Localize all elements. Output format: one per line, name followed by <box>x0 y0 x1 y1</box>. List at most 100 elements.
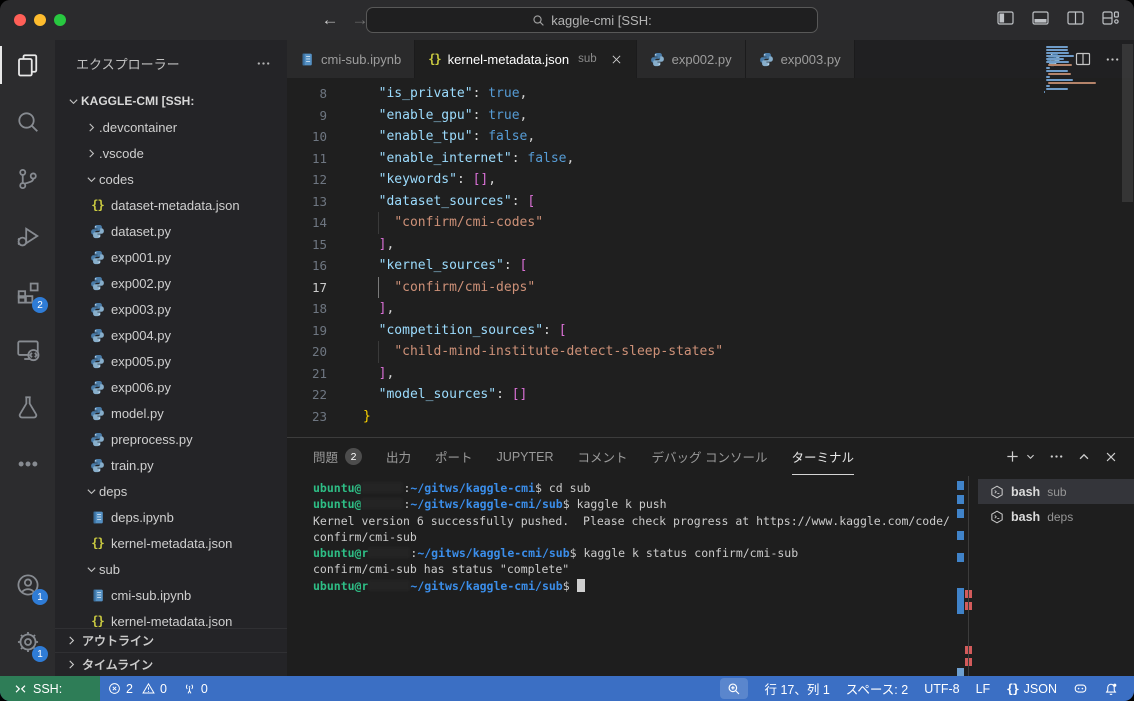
tab-exp002.py[interactable]: exp002.py <box>637 40 746 78</box>
tree-item-cmi-sub.ipynb[interactable]: cmi-sub.ipynb <box>55 582 287 608</box>
panel-zoom-indicator[interactable] <box>720 678 748 699</box>
maximize-panel-icon[interactable] <box>1077 450 1091 464</box>
panel-tab-コメント[interactable]: コメント <box>578 439 628 475</box>
terminal-instance-deps[interactable]: bashdeps <box>978 504 1134 529</box>
toggle-sidebar-icon[interactable] <box>996 10 1015 26</box>
split-editor-icon[interactable] <box>1066 10 1085 26</box>
terminal-instance-sub[interactable]: bashsub <box>978 479 1134 504</box>
tree-item-dataset-metadata.json[interactable]: {}dataset-metadata.json <box>55 192 287 218</box>
line-number: 17 <box>287 277 327 299</box>
activity-bar-item-settings[interactable]: 1 <box>0 617 55 667</box>
redacted-hostname <box>368 580 410 591</box>
panel-more-actions-icon[interactable] <box>1049 449 1064 464</box>
tree-root-kaggle-cmi-ssh-[interactable]: KAGGLE-CMI [SSH: <box>55 88 287 114</box>
editor-tab-bar: cmi-sub.ipynb{}kernel-metadata.jsonsubex… <box>287 40 1134 78</box>
customize-layout-icon[interactable] <box>1101 10 1120 26</box>
activity-bar-item-explorer[interactable] <box>0 40 55 90</box>
remote-indicator[interactable]: SSH: <box>0 676 100 701</box>
tree-item-model.py[interactable]: model.py <box>55 400 287 426</box>
remote-icon <box>14 682 27 695</box>
tree-item-label: KAGGLE-CMI [SSH: <box>81 94 194 108</box>
eol-status[interactable]: LF <box>968 676 999 701</box>
tab-cmi-sub.ipynb[interactable]: cmi-sub.ipynb <box>287 40 415 78</box>
line-number: 9 <box>287 105 327 127</box>
minimap[interactable] <box>1044 46 1118 94</box>
panel-tab-label: デバッグ コンソール <box>652 447 768 466</box>
panel-tab-ポート[interactable]: ポート <box>435 439 473 475</box>
tree-item-.devcontainer[interactable]: .devcontainer <box>55 114 287 140</box>
panel-tab-デバッグ コンソール[interactable]: デバッグ コンソール <box>652 439 768 475</box>
code-line-8: 8 "is_private": true, <box>287 83 1134 105</box>
testing-icon <box>16 395 40 419</box>
activity-bar-item-run-debug[interactable] <box>0 211 55 261</box>
notifications-status[interactable] <box>1096 676 1126 701</box>
error-count: 2 <box>126 682 133 696</box>
code-editor[interactable]: 8 "is_private": true,9 "enable_gpu": tru… <box>287 78 1134 437</box>
tree-item-dataset.py[interactable]: dataset.py <box>55 218 287 244</box>
tree-item-label: deps <box>99 484 127 499</box>
window-title: kaggle-cmi [SSH: <box>551 13 651 28</box>
back-arrow-icon[interactable]: ← <box>318 8 342 32</box>
close-tab-icon[interactable] <box>610 53 623 66</box>
tree-item-codes[interactable]: codes <box>55 166 287 192</box>
activity-bar-item-accounts[interactable]: 1 <box>0 560 55 610</box>
tree-item-.vscode[interactable]: .vscode <box>55 140 287 166</box>
sidebar-section-outline[interactable]: アウトライン <box>55 628 287 652</box>
tree-item-train.py[interactable]: train.py <box>55 452 287 478</box>
tree-item-kernel-metadata.json[interactable]: {}kernel-metadata.json <box>55 530 287 556</box>
close-panel-icon[interactable] <box>1104 450 1118 464</box>
chevron-down-icon <box>83 485 99 498</box>
terminal-profile-dropdown-icon[interactable] <box>1025 451 1036 462</box>
tree-item-exp004.py[interactable]: exp004.py <box>55 322 287 348</box>
tab-kernel-metadata.json[interactable]: {}kernel-metadata.jsonsub <box>415 40 636 78</box>
panel-tab-問題[interactable]: 問題2 <box>313 439 362 475</box>
line-number: 23 <box>287 406 327 428</box>
line-number: 13 <box>287 191 327 213</box>
tree-item-preprocess.py[interactable]: preprocess.py <box>55 426 287 452</box>
copilot-icon <box>1073 682 1088 696</box>
line-number: 21 <box>287 363 327 385</box>
tab-exp003.py[interactable]: exp003.py <box>746 40 855 78</box>
notebook-file-icon <box>89 510 106 525</box>
problems-status[interactable]: 2 0 <box>100 676 175 701</box>
sidebar-section-timeline[interactable]: タイムライン <box>55 652 287 676</box>
tree-item-label: .devcontainer <box>99 120 177 135</box>
activity-bar-item-more[interactable] <box>0 439 55 489</box>
macos-minimize-button[interactable] <box>34 14 46 26</box>
explorer-more-actions-icon[interactable] <box>256 56 271 71</box>
tree-item-exp002.py[interactable]: exp002.py <box>55 270 287 296</box>
cursor-position-status[interactable]: 行 17、列 1 <box>756 676 837 701</box>
copilot-status[interactable] <box>1065 676 1096 701</box>
tree-item-deps[interactable]: deps <box>55 478 287 504</box>
activity-bar-item-search[interactable] <box>0 97 55 147</box>
tree-item-deps.ipynb[interactable]: deps.ipynb <box>55 504 287 530</box>
command-center-search[interactable]: kaggle-cmi [SSH: <box>366 7 818 33</box>
macos-zoom-button[interactable] <box>54 14 66 26</box>
tree-item-sub[interactable]: sub <box>55 556 287 582</box>
new-terminal-icon[interactable] <box>1005 449 1020 464</box>
activity-bar-item-remote-explorer[interactable] <box>0 325 55 375</box>
terminal-list-sash[interactable] <box>968 476 969 676</box>
tree-item-exp003.py[interactable]: exp003.py <box>55 296 287 322</box>
tree-item-exp001.py[interactable]: exp001.py <box>55 244 287 270</box>
activity-bar-item-source-control[interactable] <box>0 154 55 204</box>
tree-item-exp005.py[interactable]: exp005.py <box>55 348 287 374</box>
terminal-output[interactable]: ubuntu@:~/gitws/kaggle-cmi$ cd sububuntu… <box>313 480 961 668</box>
toggle-panel-icon[interactable] <box>1031 10 1050 26</box>
editor-scrollbar[interactable] <box>1122 44 1133 202</box>
radio-tower-icon <box>183 682 196 695</box>
terminal-line: ubuntu@r:~/gitws/kaggle-cmi/sub$ kaggle … <box>313 545 961 561</box>
tree-item-exp006.py[interactable]: exp006.py <box>55 374 287 400</box>
status-bar: SSH: 2 0 0 行 17、列 1 スペース: 2 <box>0 676 1134 701</box>
language-mode-status[interactable]: {} JSON <box>998 676 1065 701</box>
panel-tab-JUPYTER[interactable]: JUPYTER <box>497 439 554 475</box>
activity-bar-item-testing[interactable] <box>0 382 55 432</box>
activity-bar-item-extensions[interactable]: 2 <box>0 268 55 318</box>
encoding-status[interactable]: UTF-8 <box>916 676 967 701</box>
macos-close-button[interactable] <box>14 14 26 26</box>
panel-tab-出力[interactable]: 出力 <box>386 439 411 475</box>
indentation-status[interactable]: スペース: 2 <box>838 676 916 701</box>
forwarded-ports-status[interactable]: 0 <box>175 676 216 701</box>
code-line-12: 12 "keywords": [], <box>287 169 1134 191</box>
panel-tab-ターミナル[interactable]: ターミナル <box>792 439 855 475</box>
